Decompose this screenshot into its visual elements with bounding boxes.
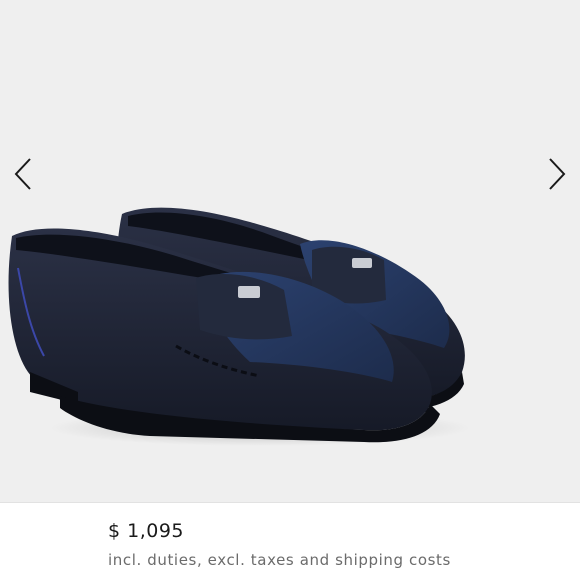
chevron-left-icon: [14, 158, 31, 190]
product-image: [8, 207, 470, 446]
divider: [0, 502, 580, 503]
price-block: $ 1,095 incl. duties, excl. taxes and sh…: [108, 518, 451, 570]
next-image-button[interactable]: [540, 152, 574, 196]
price-note: incl. duties, excl. taxes and shipping c…: [108, 551, 451, 569]
product-gallery: [0, 0, 580, 502]
chevron-right-icon: [549, 158, 566, 190]
product-price: $ 1,095: [108, 520, 185, 542]
previous-image-button[interactable]: [6, 152, 40, 196]
